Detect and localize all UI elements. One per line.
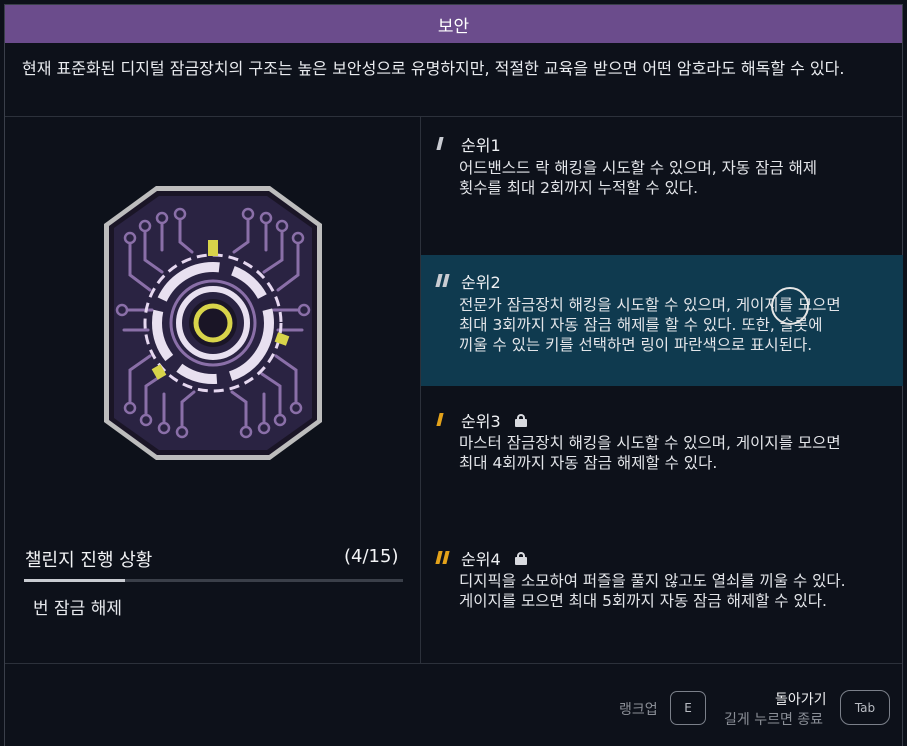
- rankup-key-button[interactable]: E: [670, 691, 706, 725]
- back-key-button[interactable]: Tab: [840, 690, 890, 725]
- challenge-progress-title: 챌린지 진행 상황: [25, 550, 153, 571]
- challenge-progress-fill: [24, 579, 126, 582]
- back-hold-hint: 길게 누르면 종료: [724, 712, 824, 728]
- rank-mark-icon: [435, 550, 455, 566]
- rank-description: 디지픽을 소모하여 퍼즐을 풀지 않고도 열쇠를 끼울 수 있다. 게이지를 모…: [459, 572, 846, 610]
- rankup-label: 랭크업: [619, 702, 658, 718]
- lock-icon: [514, 551, 527, 565]
- rank-label: 순위2: [461, 273, 501, 292]
- rank-description: 전문가 잠금장치 해킹을 시도할 수 있으며, 게이지를 모으면 최대 3회까지…: [459, 296, 841, 354]
- rank-mark-icon: [435, 273, 455, 289]
- rank-label: 순위4: [461, 550, 501, 569]
- rank-mark-icon: [435, 136, 455, 152]
- rank-label: 순위1: [461, 136, 501, 155]
- rank-item-2[interactable]: 순위2 전문가 잠금장치 해킹을 시도할 수 있으며, 게이지를 모으면 최대 …: [421, 255, 903, 386]
- challenge-progress-subtitle: 번 잠금 해제: [33, 599, 123, 619]
- rank-description: 어드밴스드 락 해킹을 시도할 수 있으며, 자동 잠금 해제 횟수를 최대 2…: [459, 159, 818, 197]
- rank-description: 마스터 잠금장치 해킹을 시도할 수 있으며, 게이지를 모으면 최대 4회까지…: [459, 434, 841, 472]
- cursor-ring-icon: [771, 287, 809, 325]
- challenge-progress-count: (4/15): [344, 546, 399, 567]
- page-title: 보안: [5, 5, 902, 43]
- digital-lock-badge-icon: [100, 180, 326, 466]
- rank-item-4[interactable]: 순위4 디지픽을 소모하여 퍼즐을 풀지 않고도 열쇠를 끼울 수 있다. 게이…: [421, 524, 903, 662]
- rank-item-3[interactable]: 순위3 마스터 잠금장치 해킹을 시도할 수 있으며, 게이지를 모으면 최대 …: [421, 386, 903, 524]
- challenge-progress-bar: [24, 579, 403, 582]
- skill-description: 현재 표준화된 디지털 잠금장치의 구조는 높은 보안성으로 유명하지만, 적절…: [22, 59, 845, 78]
- rank-mark-icon: [435, 412, 455, 428]
- divider-bottom: [5, 663, 902, 664]
- lock-icon: [514, 413, 527, 427]
- back-label: 돌아가기: [775, 692, 827, 708]
- rank-item-1[interactable]: 순위1 어드밴스드 락 해킹을 시도할 수 있으며, 자동 잠금 해제 횟수를 …: [421, 117, 903, 255]
- rank-label: 순위3: [461, 412, 501, 431]
